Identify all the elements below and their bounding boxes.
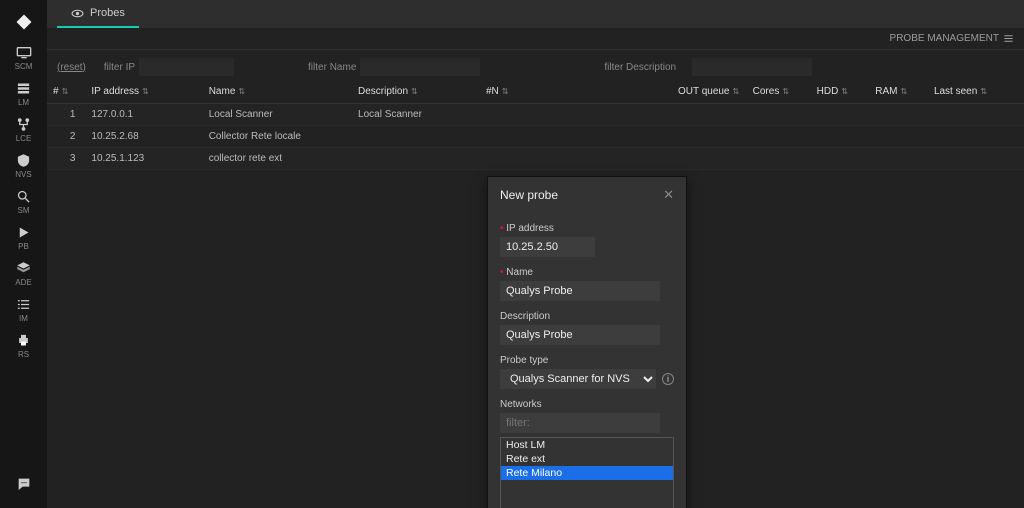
networks-listbox[interactable]: Host LMRete extRete Milano bbox=[500, 437, 674, 508]
filter-ip-label: filter IP bbox=[104, 62, 135, 73]
side-scm[interactable]: SCM bbox=[0, 40, 47, 76]
desc-input[interactable] bbox=[500, 325, 660, 345]
side-pb-label: PB bbox=[18, 242, 29, 251]
probe-management-button[interactable]: PROBE MANAGEMENT bbox=[890, 33, 1014, 44]
filter-desc-input[interactable] bbox=[692, 58, 812, 76]
eye-icon bbox=[71, 7, 84, 20]
side-chat[interactable] bbox=[0, 466, 47, 502]
network-option[interactable]: Rete Milano bbox=[501, 466, 673, 480]
col-ip[interactable]: IP address⇅ bbox=[85, 80, 202, 104]
tab-probes[interactable]: Probes bbox=[57, 0, 139, 28]
topbar: Probes bbox=[47, 0, 1024, 28]
modal-close-icon[interactable]: ✕ bbox=[663, 187, 674, 203]
side-logo[interactable] bbox=[0, 4, 47, 40]
side-lce[interactable]: LCE bbox=[0, 112, 47, 148]
filter-name-label: filter Name bbox=[308, 62, 356, 73]
table-row[interactable]: 210.25.2.68Collector Rete locale bbox=[47, 126, 1024, 148]
info-icon[interactable]: i bbox=[662, 373, 674, 385]
type-select[interactable]: Qualys Scanner for NVS bbox=[500, 369, 656, 389]
filter-desc: filter Description bbox=[604, 58, 812, 76]
table-row[interactable]: 1127.0.0.1Local ScannerLocal Scanner bbox=[47, 104, 1024, 126]
desc-label: Description bbox=[500, 311, 674, 322]
side-lm[interactable]: LM bbox=[0, 76, 47, 112]
side-nvs-label: NVS bbox=[15, 170, 31, 179]
filter-name-input[interactable] bbox=[360, 58, 480, 76]
side-im[interactable]: IM bbox=[0, 292, 47, 328]
filter-name: filter Name bbox=[308, 58, 480, 76]
side-nvs[interactable]: NVS bbox=[0, 148, 47, 184]
new-probe-modal: New probe ✕ IP address Name Description … bbox=[487, 176, 687, 508]
col-outq[interactable]: OUT queue⇅ bbox=[672, 80, 747, 104]
ip-input[interactable] bbox=[500, 237, 595, 257]
tab-probes-label: Probes bbox=[90, 7, 125, 19]
filter-ip: filter IP bbox=[104, 58, 234, 76]
side-ade-label: ADE bbox=[15, 278, 31, 287]
subbar: PROBE MANAGEMENT bbox=[47, 28, 1024, 50]
modal-header: New probe ✕ bbox=[488, 177, 686, 213]
col-lastseen[interactable]: Last seen⇅ bbox=[928, 80, 1024, 104]
table-area: #⇅ IP address⇅ Name⇅ Description⇅ #N⇅ OU… bbox=[47, 80, 1024, 508]
menu-icon bbox=[1003, 33, 1014, 44]
side-sm-label: SM bbox=[18, 206, 30, 215]
probe-management-label: PROBE MANAGEMENT bbox=[890, 33, 999, 44]
col-nn[interactable]: #N⇅ bbox=[480, 80, 672, 104]
col-n[interactable]: #⇅ bbox=[47, 80, 85, 104]
name-input[interactable] bbox=[500, 281, 660, 301]
type-label: Probe type bbox=[500, 355, 674, 366]
networks-label: Networks bbox=[500, 399, 674, 410]
side-lce-label: LCE bbox=[16, 134, 32, 143]
filter-ip-input[interactable] bbox=[139, 58, 234, 76]
side-pb[interactable]: PB bbox=[0, 220, 47, 256]
table-row[interactable]: 310.25.1.123collector rete ext bbox=[47, 148, 1024, 170]
network-option[interactable]: Host LM bbox=[501, 438, 673, 452]
modal-title: New probe bbox=[500, 188, 558, 202]
filter-desc-label: filter Description bbox=[604, 62, 676, 73]
sidebar: SCM LM LCE NVS SM PB ADE IM RS bbox=[0, 0, 47, 508]
main: Probes PROBE MANAGEMENT (reset) filter I… bbox=[47, 0, 1024, 508]
side-sm[interactable]: SM bbox=[0, 184, 47, 220]
col-cores[interactable]: Cores⇅ bbox=[747, 80, 811, 104]
reset-filters[interactable]: (reset) bbox=[57, 62, 86, 73]
networks-filter-input[interactable] bbox=[500, 413, 660, 433]
side-scm-label: SCM bbox=[15, 62, 33, 71]
col-name[interactable]: Name⇅ bbox=[203, 80, 352, 104]
side-rs-label: RS bbox=[18, 350, 29, 359]
col-ram[interactable]: RAM⇅ bbox=[869, 80, 928, 104]
side-rs[interactable]: RS bbox=[0, 328, 47, 364]
probes-table: #⇅ IP address⇅ Name⇅ Description⇅ #N⇅ OU… bbox=[47, 80, 1024, 170]
name-label: Name bbox=[500, 267, 674, 278]
side-ade[interactable]: ADE bbox=[0, 256, 47, 292]
filter-bar: (reset) filter IP filter Name filter Des… bbox=[47, 50, 1024, 80]
network-option[interactable]: Rete ext bbox=[501, 452, 673, 466]
side-lm-label: LM bbox=[18, 98, 29, 107]
side-im-label: IM bbox=[19, 314, 28, 323]
ip-label: IP address bbox=[500, 223, 674, 234]
col-hdd[interactable]: HDD⇅ bbox=[811, 80, 870, 104]
col-desc[interactable]: Description⇅ bbox=[352, 80, 480, 104]
